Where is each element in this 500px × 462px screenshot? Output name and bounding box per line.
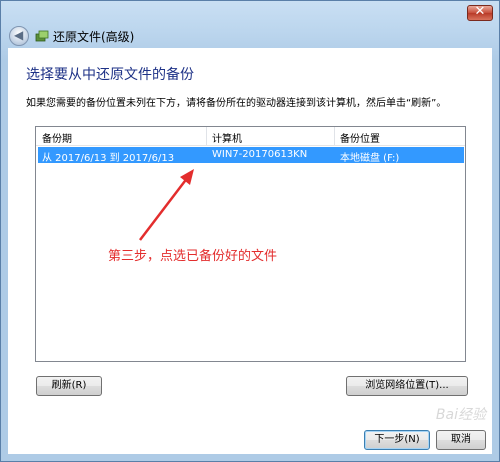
- column-divider[interactable]: [334, 127, 335, 145]
- back-arrow-icon: ◀: [14, 28, 24, 42]
- instruction-text: 如果您需要的备份位置未列在下方，请将备份所在的驱动器连接到该计算机，然后单击“刷…: [26, 98, 447, 109]
- close-button[interactable]: ✕: [467, 4, 493, 21]
- browse-network-button[interactable]: 浏览网络位置(T)...: [346, 376, 468, 396]
- list-header: 备份期 计算机 备份位置: [36, 127, 465, 146]
- window-title: 还原文件(高级): [53, 30, 135, 44]
- back-button[interactable]: ◀: [9, 26, 29, 46]
- cell-computer: WIN7-20170613KN: [212, 149, 308, 160]
- refresh-button[interactable]: 刷新(R): [36, 376, 102, 396]
- column-divider[interactable]: [206, 127, 207, 145]
- backup-restore-icon: [35, 30, 49, 42]
- cell-location: 本地磁盘 (F:): [340, 153, 400, 164]
- page-heading: 选择要从中还原文件的备份: [26, 67, 194, 83]
- annotation-text: 第三步，点选已备份好的文件: [108, 249, 278, 264]
- cancel-button[interactable]: 取消: [436, 430, 486, 450]
- cell-period: 从 2017/6/13 到 2017/6/13: [42, 153, 175, 164]
- close-icon: ✕: [474, 4, 486, 19]
- column-header-location[interactable]: 备份位置: [340, 130, 380, 145]
- table-row[interactable]: 从 2017/6/13 到 2017/6/13 WIN7-20170613KN …: [38, 147, 464, 164]
- next-button[interactable]: 下一步(N): [364, 430, 430, 450]
- watermark: Bai经验: [435, 407, 486, 423]
- column-header-period[interactable]: 备份期: [42, 130, 72, 145]
- annotation-arrow-icon: [139, 169, 194, 241]
- column-header-computer[interactable]: 计算机: [212, 130, 242, 145]
- backup-list[interactable]: 备份期 计算机 备份位置 从 2017/6/13 到 2017/6/13 WIN…: [35, 126, 466, 362]
